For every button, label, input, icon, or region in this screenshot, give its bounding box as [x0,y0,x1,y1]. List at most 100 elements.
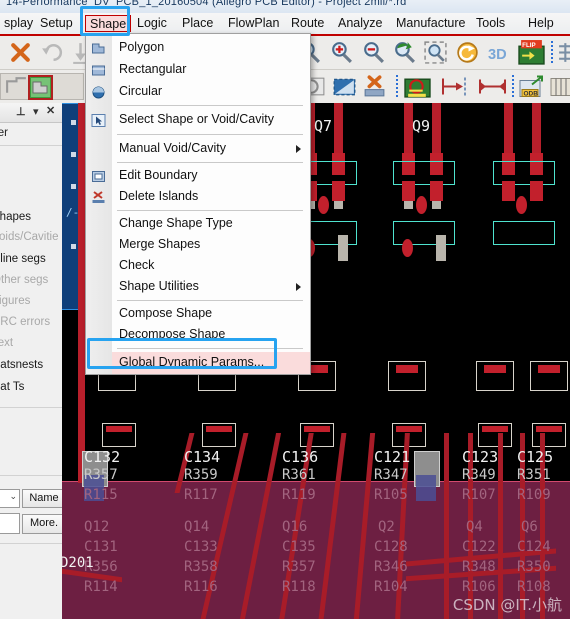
menu-item-label: Compose Shape [119,306,213,320]
ref-designator: R346 [374,559,408,575]
shape-delete-button[interactable] [362,74,387,99]
ref-designator: R351 [517,467,551,483]
menu-display[interactable]: splay [0,15,37,32]
filter-cline-segs[interactable]: Cline segs [0,253,46,265]
menu-item-delete-islands[interactable]: Delete Islands [86,187,310,208]
menu-item-select-shape[interactable]: Select Shape or Void/Cavity [86,110,310,131]
shape-select-button[interactable] [332,74,357,99]
ref-designator: Q7 [314,117,333,135]
filter-shapes[interactable]: Shapes [0,211,31,223]
view-3d-button[interactable]: 3D [487,40,512,65]
menu-item-merge-shapes[interactable]: Merge Shapes [86,235,310,256]
delete-tool-button[interactable] [8,40,33,65]
menu-item-compose-shape[interactable]: Compose Shape [86,304,310,325]
ref-designator: C133 [184,539,218,555]
ref-designator: Q12 [84,519,110,535]
filter-combo-select[interactable]: ⌄ [0,489,20,508]
menu-item-label: Polygon [119,40,165,54]
ref-designator: R115 [84,487,118,503]
svg-text:FLIP: FLIP [522,42,535,49]
chevron-down-icon[interactable]: ▾ [33,105,39,118]
menu-item-label: Change Shape Type [119,216,233,230]
ref-designator: R116 [184,579,218,595]
ref-designator: C136 [282,448,319,466]
panel-header: ⊥ ▾ ✕ [0,103,62,123]
flip-design-button[interactable]: FLIP [518,40,545,65]
menu-analyze[interactable]: Analyze [334,15,386,32]
pin-icon[interactable]: ⊥ [16,105,26,118]
ref-designator: R114 [84,579,118,595]
ref-designator: R350 [517,559,551,575]
filter-other-segs[interactable]: Other segs [0,274,48,286]
filter-text-input[interactable] [0,513,20,534]
ref-designator: C121 [374,448,411,466]
edit-boundary-icon [92,171,105,182]
menu-item-change-shape-type[interactable]: Change Shape Type [86,214,310,235]
drill-legend-button[interactable] [550,74,570,99]
menu-setup[interactable]: Setup [36,15,77,32]
filter-drc-errors[interactable]: DRC errors [0,316,50,328]
ref-designator: R361 [282,467,316,483]
menu-item-label: Edit Boundary [119,168,198,182]
ref-designator: Q6 [521,519,538,535]
ref-designator: R105 [374,487,408,503]
menu-route[interactable]: Route [287,15,328,32]
ref-designator: R109 [517,487,551,503]
ref-designator: Q2 [378,519,395,535]
odb-export-button[interactable]: ODB [518,74,546,99]
ref-designator: Q9 [412,117,431,135]
shape-polygon-button[interactable] [28,75,53,100]
ref-designator: C123 [462,448,499,466]
menu-item-shape-utilities[interactable]: Shape Utilities [86,277,310,298]
filter-figures[interactable]: Figures [0,295,30,307]
menu-item-polygon[interactable]: Polygon [86,38,310,59]
filter-rat-ts[interactable]: Rat Ts [0,381,24,393]
zoom-in-button[interactable] [329,40,354,65]
menu-manufacture[interactable]: Manufacture [392,15,469,32]
filter-ratsnests[interactable]: Ratsnests [0,359,43,371]
delete-islands-icon [92,191,105,203]
menu-flowplan[interactable]: FlowPlan [224,15,283,32]
filter-text[interactable]: Text [0,337,13,349]
menu-item-check[interactable]: Check [86,256,310,277]
filter-voids-cavities[interactable]: Voids/Cavitie [0,231,58,243]
menu-item-circular[interactable]: Circular [86,82,310,103]
menu-place[interactable]: Place [178,15,217,32]
board-geometry-button[interactable] [404,74,431,99]
menu-item-global-dynamic-params[interactable]: Global Dynamic Params... [112,352,310,374]
refresh-button[interactable] [455,40,480,65]
ref-designator: R117 [184,487,218,503]
dimension-left-button[interactable] [440,74,468,99]
menu-item-edit-boundary[interactable]: Edit Boundary [86,166,310,187]
chevron-down-icon: ⌄ [9,491,17,501]
ref-designator: C131 [84,539,118,555]
menu-shape[interactable]: Shape [85,15,132,32]
ref-designator: R348 [462,559,496,575]
find-filter-panel: ⊥ ▾ ✕ lter Shapes Voids/Cavitie Cline se… [0,103,63,619]
undo-button[interactable] [40,40,65,65]
ref-designator: R358 [184,559,218,575]
zoom-region-button[interactable] [423,40,448,65]
menu-item-decompose-shape[interactable]: Decompose Shape [86,325,310,346]
measure-button[interactable] [557,40,570,65]
zoom-out-button[interactable] [361,40,386,65]
name-button[interactable]: Name [22,489,62,508]
ref-designator: C125 [517,448,554,466]
zoom-previous-button[interactable] [392,40,417,65]
window-title-bar: 14-Performance_DV_PCB_1_20160504 (Allegr… [0,0,570,13]
ref-designator: Q16 [282,519,308,535]
shape-add-rect-button[interactable] [4,74,29,99]
close-icon[interactable]: ✕ [46,104,55,117]
menu-item-rectangular[interactable]: Rectangular [86,60,310,81]
menu-item-label: Circular [119,84,163,98]
ref-designator: C134 [184,448,221,466]
menu-item-manual-void[interactable]: Manual Void/Cavity [86,139,310,160]
svg-text:ODB: ODB [524,91,539,98]
menu-logic[interactable]: Logic [133,15,171,32]
menu-tools[interactable]: Tools [472,15,509,32]
filter-label: lter [0,127,8,139]
dimension-span-button[interactable] [478,74,508,99]
shape-menu-dropdown[interactable]: Polygon Rectangular Circular Select Shap… [85,33,311,375]
menu-help[interactable]: Help [524,15,558,32]
more-button[interactable]: More. [22,514,62,534]
